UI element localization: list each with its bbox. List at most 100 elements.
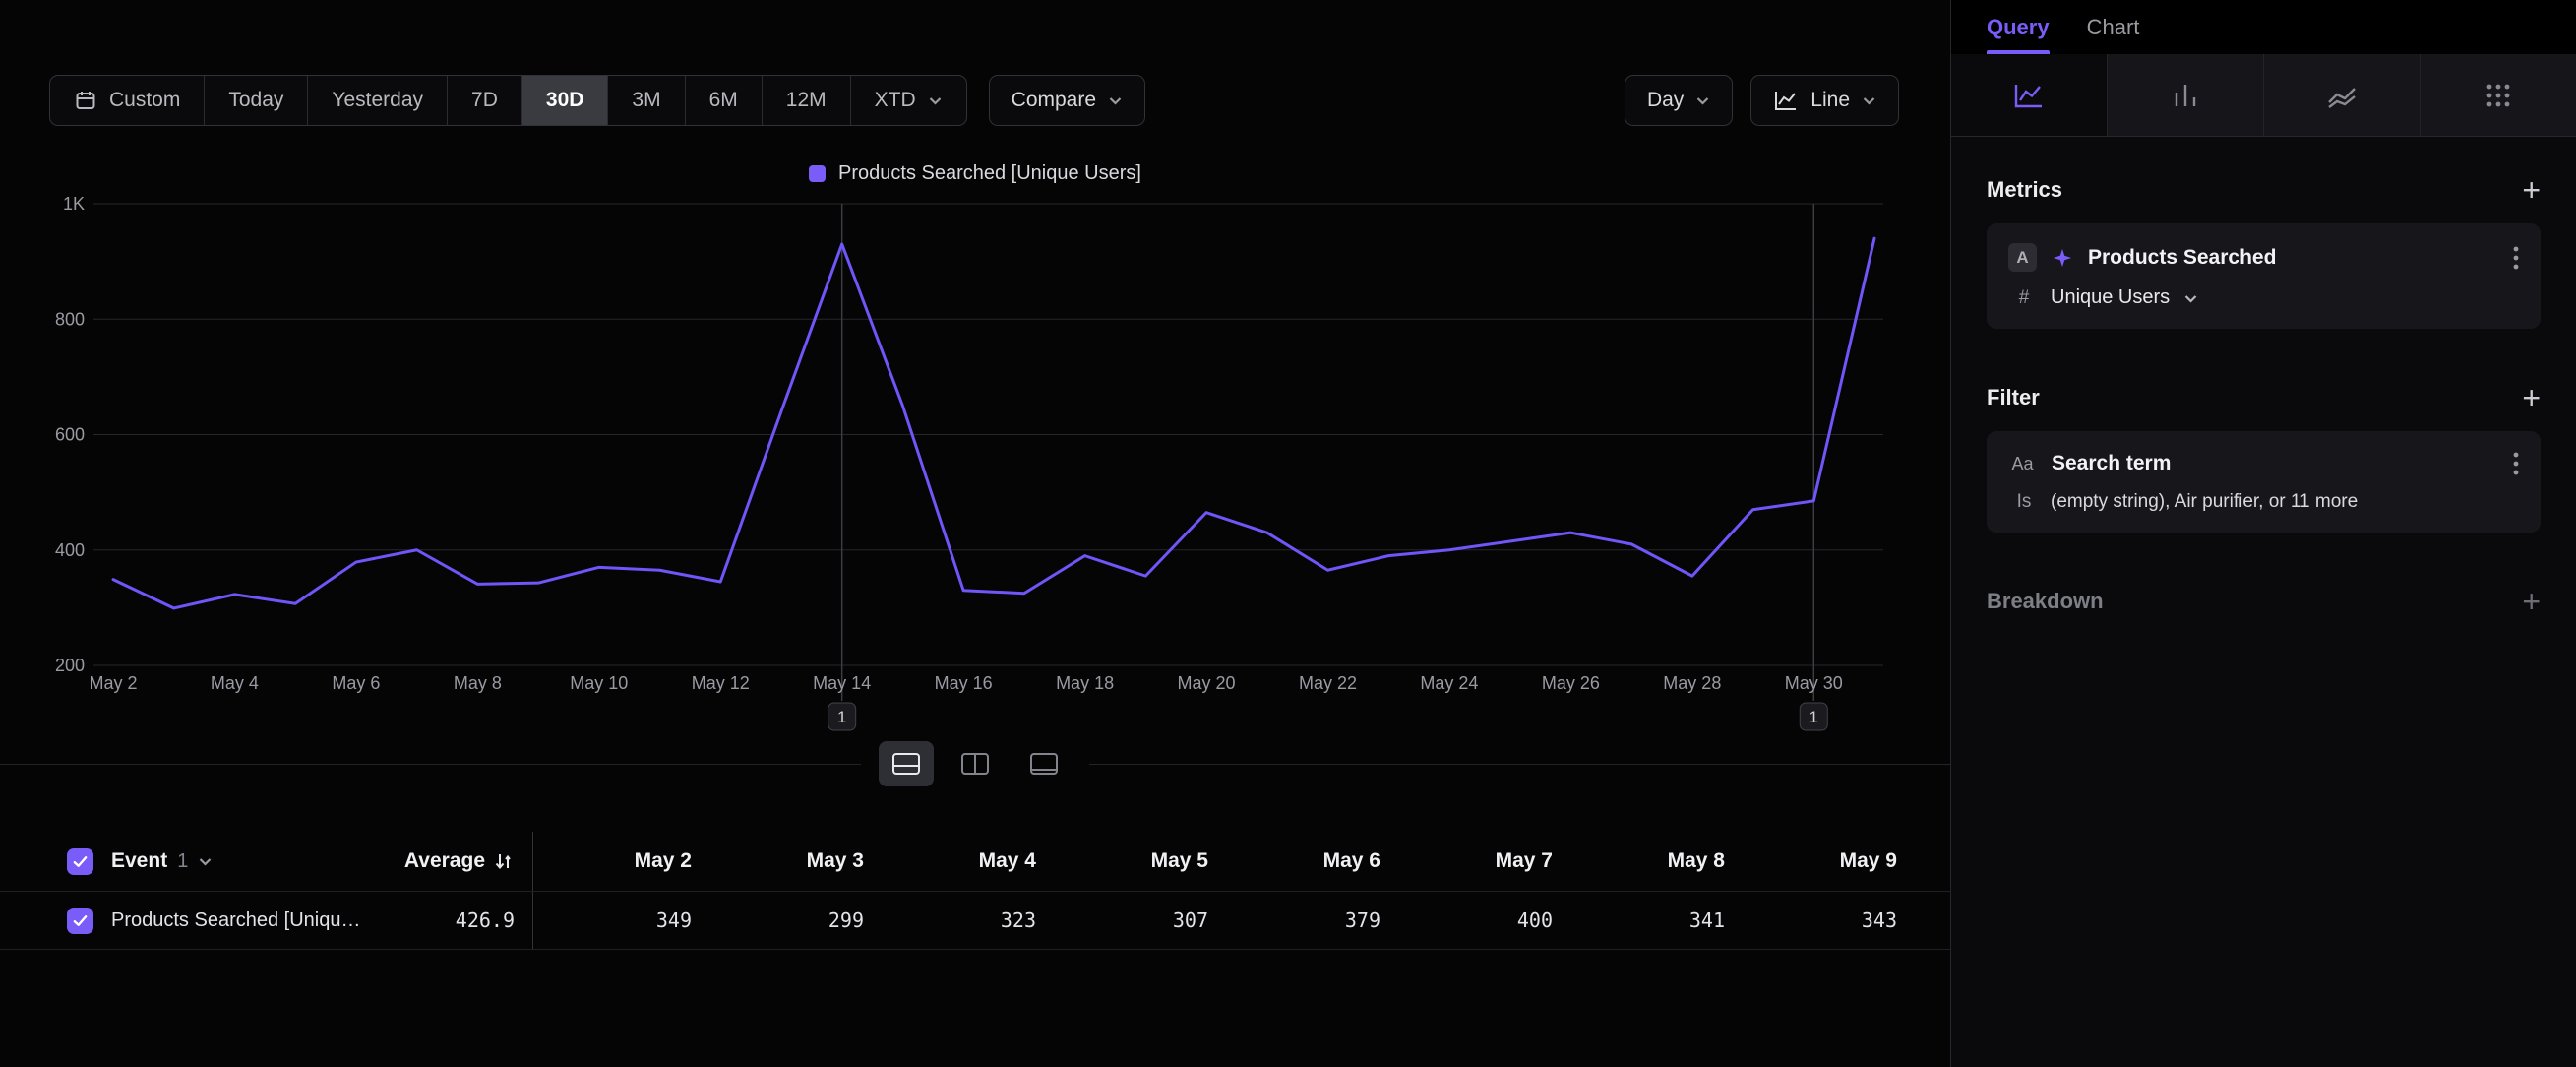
chevron-down-icon xyxy=(1862,94,1876,106)
svg-text:May 12: May 12 xyxy=(692,673,750,693)
chart-type-more-tab[interactable] xyxy=(2421,54,2576,136)
average-column-label: Average xyxy=(404,849,485,873)
tab-query[interactable]: Query xyxy=(1987,0,2050,54)
chevron-down-icon xyxy=(1695,94,1710,106)
date-column-header: May 8 xyxy=(1566,849,1739,873)
chevron-down-icon xyxy=(928,94,943,106)
sort-icon xyxy=(493,850,515,872)
cell-value: 299 xyxy=(705,909,878,932)
cell-value: 400 xyxy=(1394,909,1566,932)
metric-name: Products Searched xyxy=(2088,246,2498,270)
table-header-row: Event 1 Average May 2 May 3 May 4 May 5 … xyxy=(0,832,1950,891)
add-metric-button[interactable]: + xyxy=(2522,174,2541,206)
chart-legend: Products Searched [Unique Users] xyxy=(0,162,1950,185)
svg-text:May 30: May 30 xyxy=(1785,673,1843,693)
toolbar: Custom Today Yesterday 7D 30D 3M 6M 12M … xyxy=(49,75,1899,126)
date-columns-values: 349 299 323 307 379 400 341 343 xyxy=(532,892,1911,949)
svg-text:May 28: May 28 xyxy=(1663,673,1721,693)
range-yesterday-button[interactable]: Yesterday xyxy=(308,76,448,125)
chart-type-button[interactable]: Line xyxy=(1750,75,1899,126)
svg-text:May 24: May 24 xyxy=(1420,673,1478,693)
layout-full-chart-icon[interactable] xyxy=(1016,741,1072,786)
layout-split-horizontal-icon[interactable] xyxy=(879,741,934,786)
aggregation-label: Unique Users xyxy=(2051,286,2170,309)
events-table: Event 1 Average May 2 May 3 May 4 May 5 … xyxy=(0,832,1950,950)
granularity-button[interactable]: Day xyxy=(1625,75,1733,126)
check-icon xyxy=(72,912,89,929)
range-xtd-button[interactable]: XTD xyxy=(851,76,966,125)
event-column-dropdown[interactable]: Event 1 xyxy=(111,849,367,873)
filter-card-row[interactable]: Aa Search term xyxy=(2008,451,2519,476)
filter-operator: Is xyxy=(2011,491,2037,513)
filter-condition[interactable]: Is (empty string), Air purifier, or 11 m… xyxy=(2008,491,2519,513)
add-filter-button[interactable]: + xyxy=(2522,382,2541,413)
range-6m-button[interactable]: 6M xyxy=(686,76,763,125)
stacked-area-icon xyxy=(2325,81,2359,110)
date-column-header: May 9 xyxy=(1739,849,1911,873)
chart-area[interactable]: 2004006008001K11May 2May 4May 6May 8May … xyxy=(39,157,1899,748)
chart-type-bar-tab[interactable] xyxy=(2108,54,2264,136)
svg-text:600: 600 xyxy=(55,425,85,445)
metrics-section-header: Metrics + xyxy=(1987,174,2541,206)
cell-value: 323 xyxy=(878,909,1050,932)
aggregation-dropdown[interactable]: # Unique Users xyxy=(2008,286,2519,309)
chevron-down-icon xyxy=(198,855,213,867)
metrics-heading: Metrics xyxy=(1987,177,2062,203)
range-30d-button[interactable]: 30D xyxy=(522,76,609,125)
cell-value: 307 xyxy=(1050,909,1222,932)
chart-type-stacked-tab[interactable] xyxy=(2264,54,2421,136)
range-custom-label: Custom xyxy=(109,89,180,112)
range-7d-button[interactable]: 7D xyxy=(448,76,522,125)
date-column-header: May 5 xyxy=(1050,849,1222,873)
query-sidebar: Query Chart xyxy=(1951,0,2576,1067)
filter-heading: Filter xyxy=(1987,385,2040,410)
svg-text:1K: 1K xyxy=(63,194,85,214)
date-column-header: May 2 xyxy=(533,849,705,873)
metric-card-row[interactable]: A Products Searched xyxy=(2008,243,2519,272)
metric-card: A Products Searched # Unique Users xyxy=(1987,223,2541,329)
line-chart-icon xyxy=(2012,81,2046,110)
compare-button[interactable]: Compare xyxy=(989,75,1145,126)
date-column-header: May 3 xyxy=(705,849,878,873)
add-breakdown-button[interactable]: + xyxy=(2522,586,2541,617)
select-all-checkbox[interactable] xyxy=(67,848,93,875)
svg-text:May 6: May 6 xyxy=(332,673,380,693)
cell-value: 349 xyxy=(533,909,705,932)
app: Custom Today Yesterday 7D 30D 3M 6M 12M … xyxy=(0,0,2576,1067)
table-row: Products Searched [Unique Users] 426.9 3… xyxy=(0,891,1950,950)
event-spark-icon xyxy=(2052,247,2073,269)
range-today-button[interactable]: Today xyxy=(205,76,308,125)
sidebar-content: Metrics + A Products Searched # Unique U xyxy=(1951,137,2576,655)
string-type-icon: Aa xyxy=(2008,454,2037,474)
layout-split-vertical-icon[interactable] xyxy=(948,741,1003,786)
bar-chart-icon xyxy=(2169,81,2202,110)
average-column-header[interactable]: Average xyxy=(367,849,515,873)
row-average-value: 426.9 xyxy=(367,909,515,932)
date-column-header: May 7 xyxy=(1394,849,1566,873)
breakdown-heading: Breakdown xyxy=(1987,589,2104,614)
range-custom-button[interactable]: Custom xyxy=(50,76,205,125)
svg-text:May 8: May 8 xyxy=(454,673,502,693)
event-count: 1 xyxy=(177,850,188,873)
svg-text:May 2: May 2 xyxy=(89,673,137,693)
row-checkbox[interactable] xyxy=(67,908,93,934)
range-3m-button[interactable]: 3M xyxy=(608,76,685,125)
check-icon xyxy=(72,853,89,870)
filter-section-header: Filter + xyxy=(1987,382,2541,413)
grid-dots-icon xyxy=(2484,81,2513,110)
filter-property-name: Search term xyxy=(2052,452,2498,475)
chart-type-line-tab[interactable] xyxy=(1951,54,2108,136)
svg-text:May 22: May 22 xyxy=(1299,673,1357,693)
breakdown-section-header: Breakdown + xyxy=(1987,586,2541,617)
date-range-segmented: Custom Today Yesterday 7D 30D 3M 6M 12M … xyxy=(49,75,967,126)
kebab-menu-icon[interactable] xyxy=(2513,451,2519,476)
chevron-down-icon xyxy=(2183,292,2198,304)
kebab-menu-icon[interactable] xyxy=(2513,245,2519,271)
sidebar-tabs: Query Chart xyxy=(1951,0,2576,54)
main-panel: Custom Today Yesterday 7D 30D 3M 6M 12M … xyxy=(0,0,1951,1067)
legend-label[interactable]: Products Searched [Unique Users] xyxy=(838,162,1141,185)
chevron-down-icon xyxy=(1108,94,1123,106)
row-series-label: Products Searched [Unique Users] xyxy=(111,910,367,932)
range-12m-button[interactable]: 12M xyxy=(763,76,851,125)
tab-chart[interactable]: Chart xyxy=(2087,0,2140,54)
